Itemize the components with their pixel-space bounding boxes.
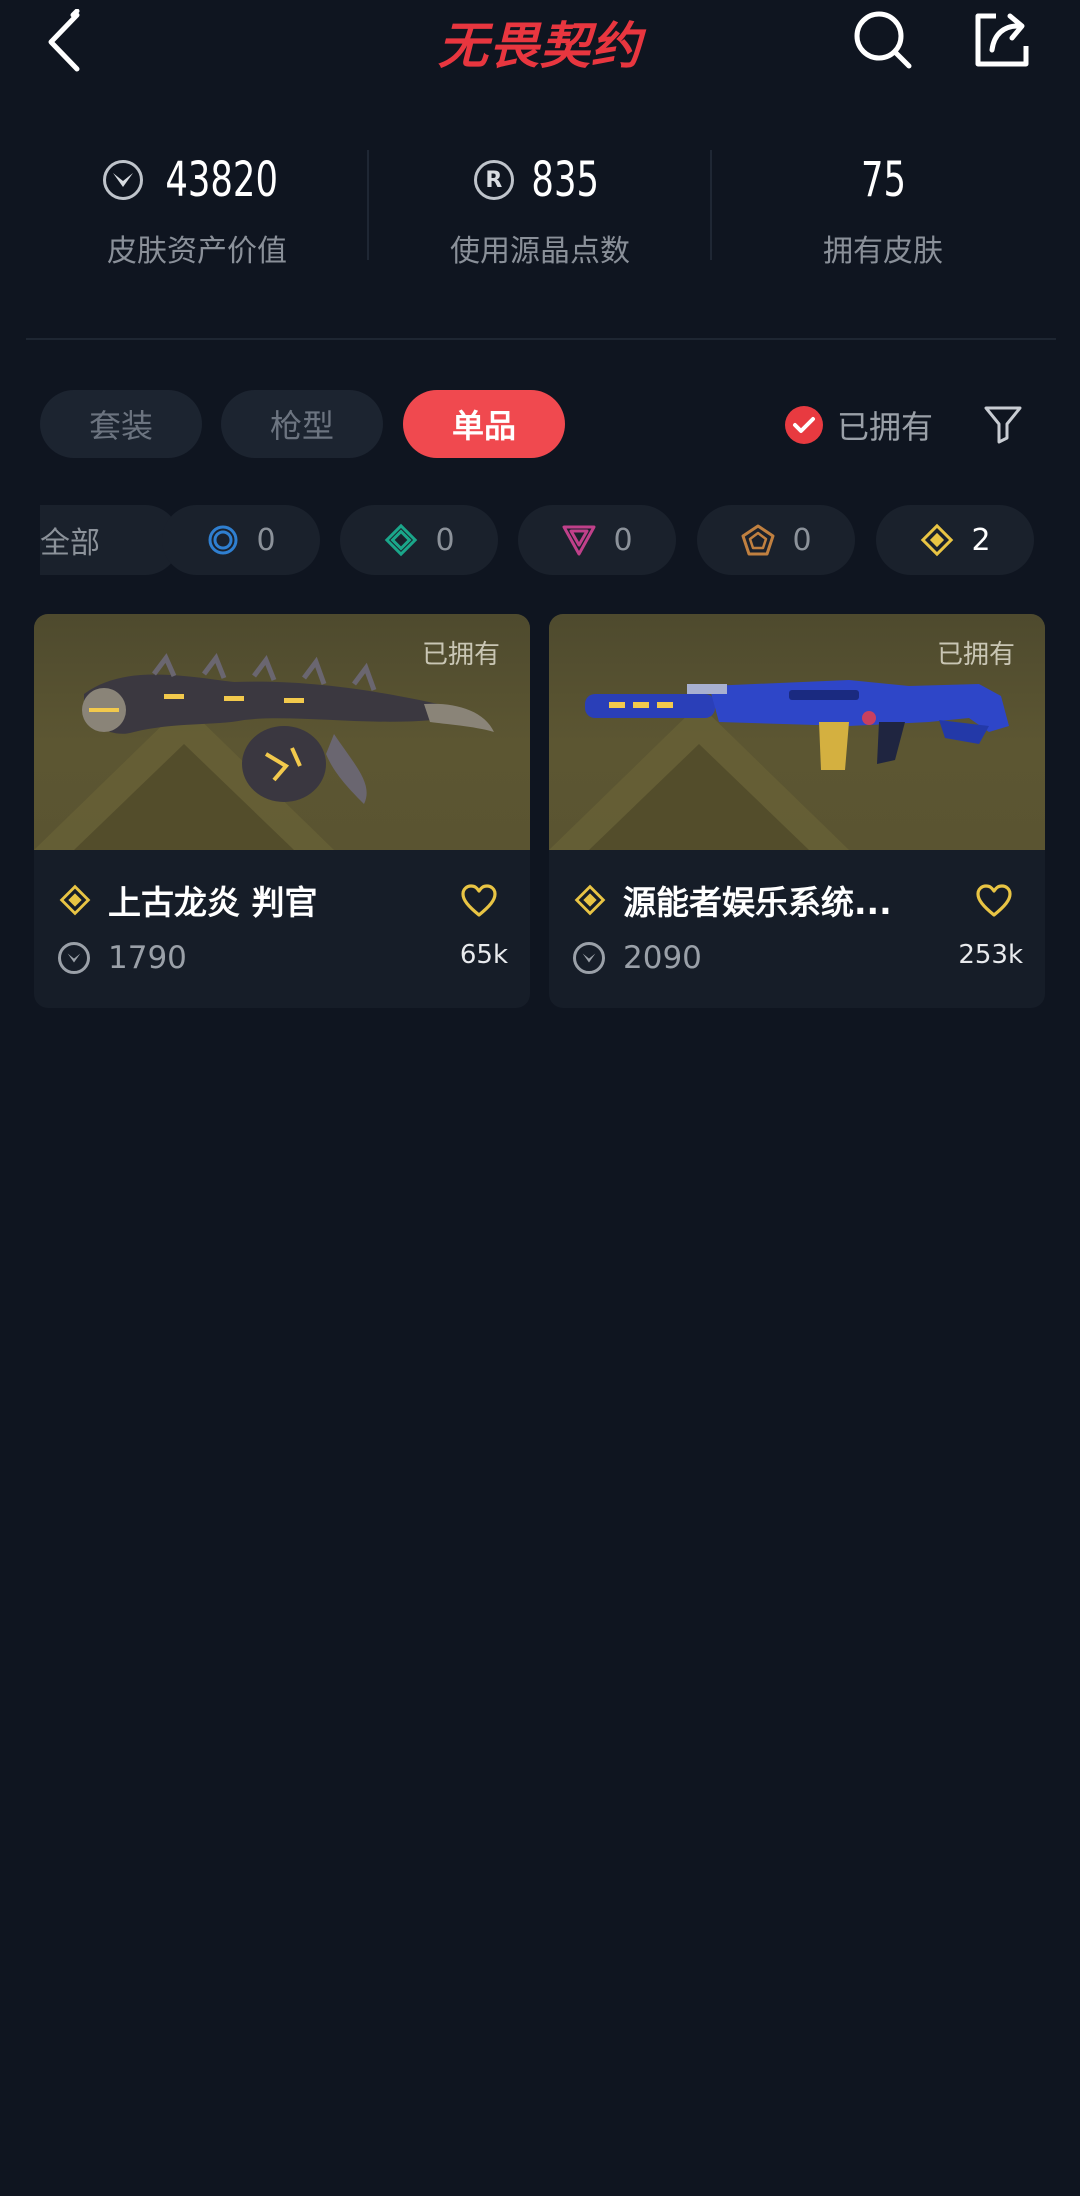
stat-radianite-used: R 835 使用源晶点数 xyxy=(368,140,712,270)
filter-button[interactable] xyxy=(975,398,1031,450)
stat-label: 皮肤资产价值 xyxy=(107,234,287,269)
select-tier-icon xyxy=(208,525,238,555)
share-button[interactable] xyxy=(964,2,1040,78)
stat-value: 835 xyxy=(531,152,599,208)
ultra-tier-icon xyxy=(741,524,775,556)
tier-chip-deluxe[interactable]: 0 xyxy=(340,505,498,575)
valorant-point-icon xyxy=(573,942,605,974)
stat-value: 75 xyxy=(860,152,906,208)
stat-value: 43820 xyxy=(165,152,279,208)
section-divider xyxy=(26,338,1056,340)
tier-filter-bar: 全部 0 0 0 0 2 xyxy=(40,505,1040,577)
like-count: 65k xyxy=(459,940,508,970)
owned-filter-toggle[interactable]: 已拥有 xyxy=(785,400,933,450)
tab-weapon-type[interactable]: 枪型 xyxy=(221,390,383,458)
owned-filter-label: 已拥有 xyxy=(837,408,934,446)
skin-card[interactable]: 已拥有 上古龙炎 判官 1790 65k xyxy=(34,614,530,1008)
skin-name: 源能者娱乐系统... xyxy=(623,883,892,922)
like-button[interactable] xyxy=(975,884,1013,922)
valorant-point-icon xyxy=(58,942,90,974)
heart-icon xyxy=(976,884,1012,917)
exclusive-tier-icon xyxy=(574,884,606,916)
stat-label: 使用源晶点数 xyxy=(450,234,630,269)
tier-chip-ultra[interactable]: 0 xyxy=(697,505,855,575)
stat-asset-value: 43820 皮肤资产价值 xyxy=(25,140,369,270)
checkmark-icon xyxy=(785,406,823,444)
tab-bundles[interactable]: 套装 xyxy=(40,390,202,458)
search-button[interactable] xyxy=(845,2,921,78)
premium-tier-icon xyxy=(562,525,596,556)
stat-label: 拥有皮肤 xyxy=(823,234,943,269)
stat-owned-skins: 75 拥有皮肤 xyxy=(711,140,1055,270)
deluxe-tier-icon xyxy=(385,523,418,557)
top-bar: 无畏契约 xyxy=(0,0,1080,90)
like-count: 253k xyxy=(958,940,1023,970)
share-icon xyxy=(975,13,1029,67)
like-button[interactable] xyxy=(460,884,498,922)
tier-chip-select[interactable]: 0 xyxy=(162,505,320,575)
tier-chip-exclusive[interactable]: 2 xyxy=(876,505,1034,575)
skin-image: 已拥有 xyxy=(34,614,530,850)
stat-divider xyxy=(710,150,712,260)
exclusive-tier-icon xyxy=(59,884,91,916)
skin-price: 1790 xyxy=(108,940,187,976)
owned-tag: 已拥有 xyxy=(421,640,500,670)
valorant-point-icon xyxy=(103,160,144,200)
tier-chip-premium[interactable]: 0 xyxy=(518,505,676,575)
skin-image: 已拥有 xyxy=(549,614,1045,850)
skin-card[interactable]: 已拥有 源能者娱乐系统... 2090 253k xyxy=(549,614,1045,1008)
radianite-icon: R xyxy=(473,160,514,200)
tab-single-items[interactable]: 单品 xyxy=(403,390,565,458)
skin-name: 上古龙炎 判官 xyxy=(108,883,318,922)
heart-icon xyxy=(461,884,497,917)
filter-icon xyxy=(984,406,1022,444)
tier-chip-all[interactable]: 全部 xyxy=(40,505,180,575)
skin-price: 2090 xyxy=(623,940,702,976)
owned-tag: 已拥有 xyxy=(936,640,1015,670)
exclusive-tier-icon xyxy=(921,523,954,557)
search-icon xyxy=(854,11,912,69)
stats-panel: 43820 皮肤资产价值 R 835 使用源晶点数 75 拥有皮肤 xyxy=(0,140,1080,280)
stat-divider xyxy=(367,150,369,260)
